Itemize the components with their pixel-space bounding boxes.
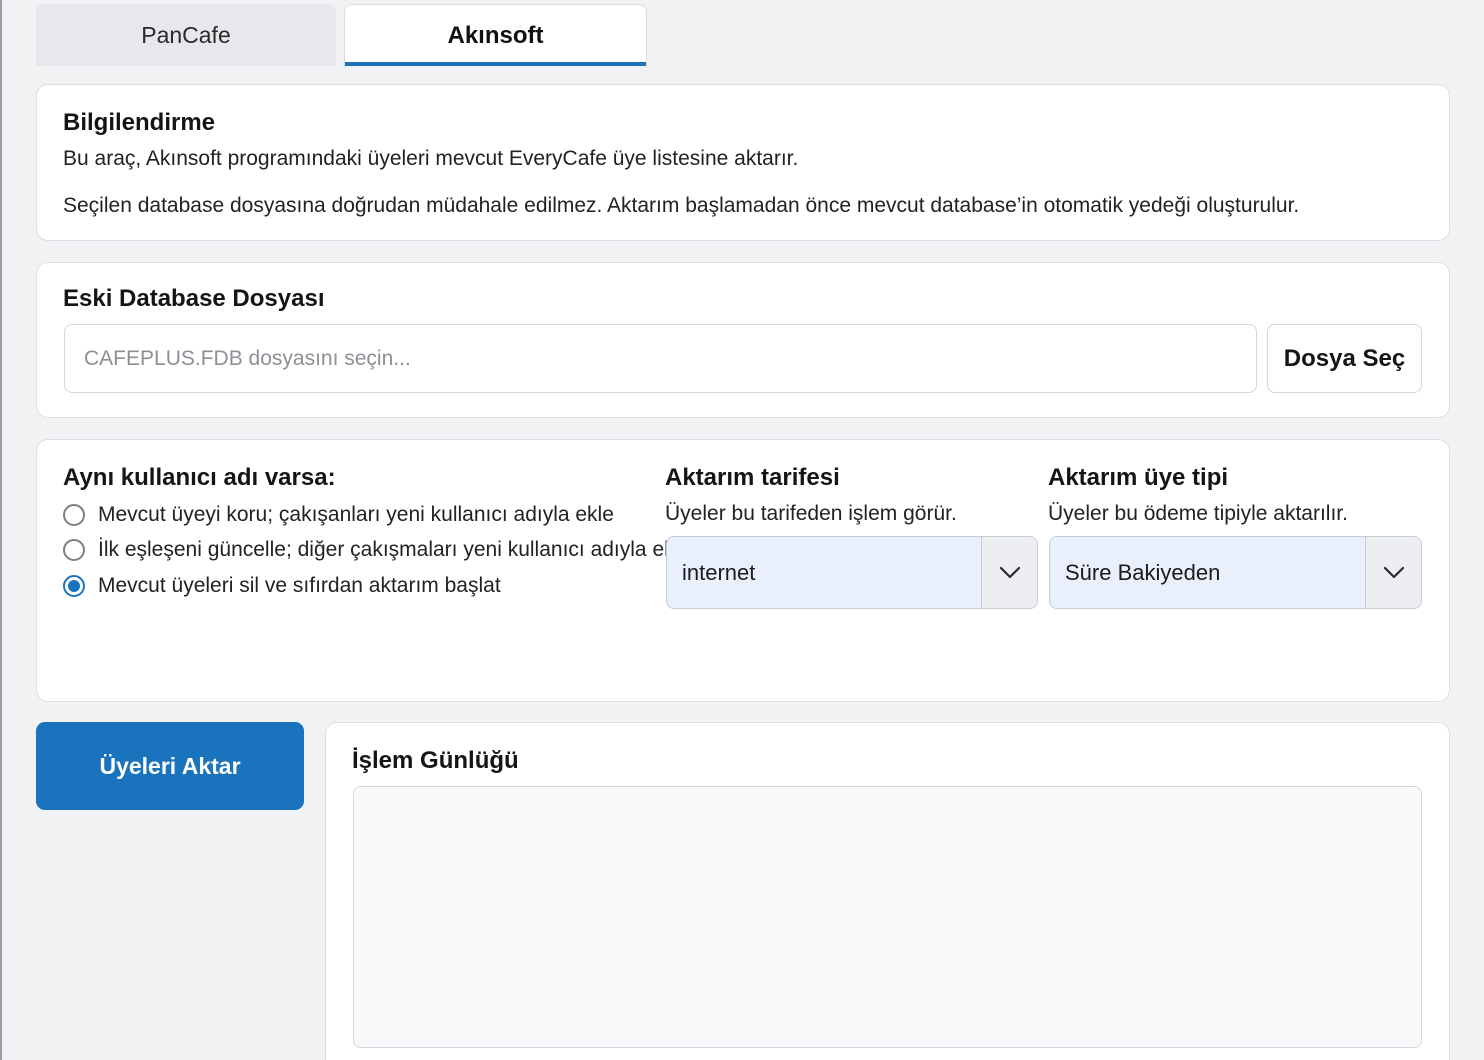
member-type-title: Aktarım üye tipi [1048, 464, 1229, 491]
chevron-down-icon[interactable] [1365, 537, 1421, 608]
database-file-path-input[interactable] [64, 324, 1257, 393]
log-title: İşlem Günlüğü [352, 747, 519, 774]
chevron-down-icon[interactable] [981, 537, 1037, 608]
log-textarea[interactable] [353, 786, 1422, 1048]
tab-pancafe-label: PanCafe [141, 21, 231, 48]
radio-button[interactable] [63, 504, 85, 526]
member-type-select[interactable]: Süre Bakiyeden [1049, 536, 1422, 609]
info-text-line1: Bu araç, Akınsoft programındaki üyeleri … [63, 147, 799, 170]
tab-pancafe[interactable]: PanCafe [36, 4, 336, 66]
log-card: İşlem Günlüğü [325, 722, 1450, 1060]
member-type-subtitle: Üyeler bu ödeme tipiyle aktarılır. [1048, 502, 1348, 525]
info-text-line2: Seçilen database dosyasına doğrudan müda… [63, 194, 1300, 217]
radio-option-update-first[interactable]: İlk eşleşeni güncelle; diğer çakışmaları… [63, 538, 691, 562]
tariff-select-value: internet [682, 559, 756, 585]
duplicate-username-title: Aynı kullanıcı adı varsa: [63, 464, 336, 491]
radio-option-keep-existing[interactable]: Mevcut üyeyi koru; çakışanları yeni kull… [63, 503, 614, 527]
transfer-tariff-subtitle: Üyeler bu tarifeden işlem görür. [665, 502, 957, 525]
database-file-card: Eski Database Dosyası Dosya Seç [36, 262, 1450, 418]
radio-button[interactable] [63, 539, 85, 561]
tab-akinsoft-label: Akınsoft [447, 21, 544, 49]
transfer-options-card: Aynı kullanıcı adı varsa: Mevcut üyeyi k… [36, 439, 1450, 702]
database-file-title: Eski Database Dosyası [63, 285, 325, 312]
transfer-members-button[interactable]: Üyeleri Aktar [36, 722, 304, 810]
radio-button-selected[interactable] [63, 575, 85, 597]
member-type-select-value: Süre Bakiyeden [1065, 559, 1221, 585]
info-title: Bilgilendirme [63, 109, 216, 136]
tab-akinsoft[interactable]: Akınsoft [344, 4, 647, 66]
window-edge [0, 0, 2, 1060]
info-card: Bilgilendirme Bu araç, Akınsoft programı… [36, 84, 1450, 241]
tariff-select[interactable]: internet [666, 536, 1038, 609]
choose-file-button[interactable]: Dosya Seç [1267, 324, 1422, 393]
radio-option-label: Mevcut üyeyi koru; çakışanları yeni kull… [98, 503, 614, 526]
active-tab-indicator [345, 62, 646, 66]
radio-option-label: Mevcut üyeleri sil ve sıfırdan aktarım b… [98, 574, 501, 597]
radio-option-delete-and-restart[interactable]: Mevcut üyeleri sil ve sıfırdan aktarım b… [63, 574, 501, 598]
radio-option-label: İlk eşleşeni güncelle; diğer çakışmaları… [98, 538, 691, 561]
transfer-tariff-title: Aktarım tarifesi [665, 464, 840, 491]
